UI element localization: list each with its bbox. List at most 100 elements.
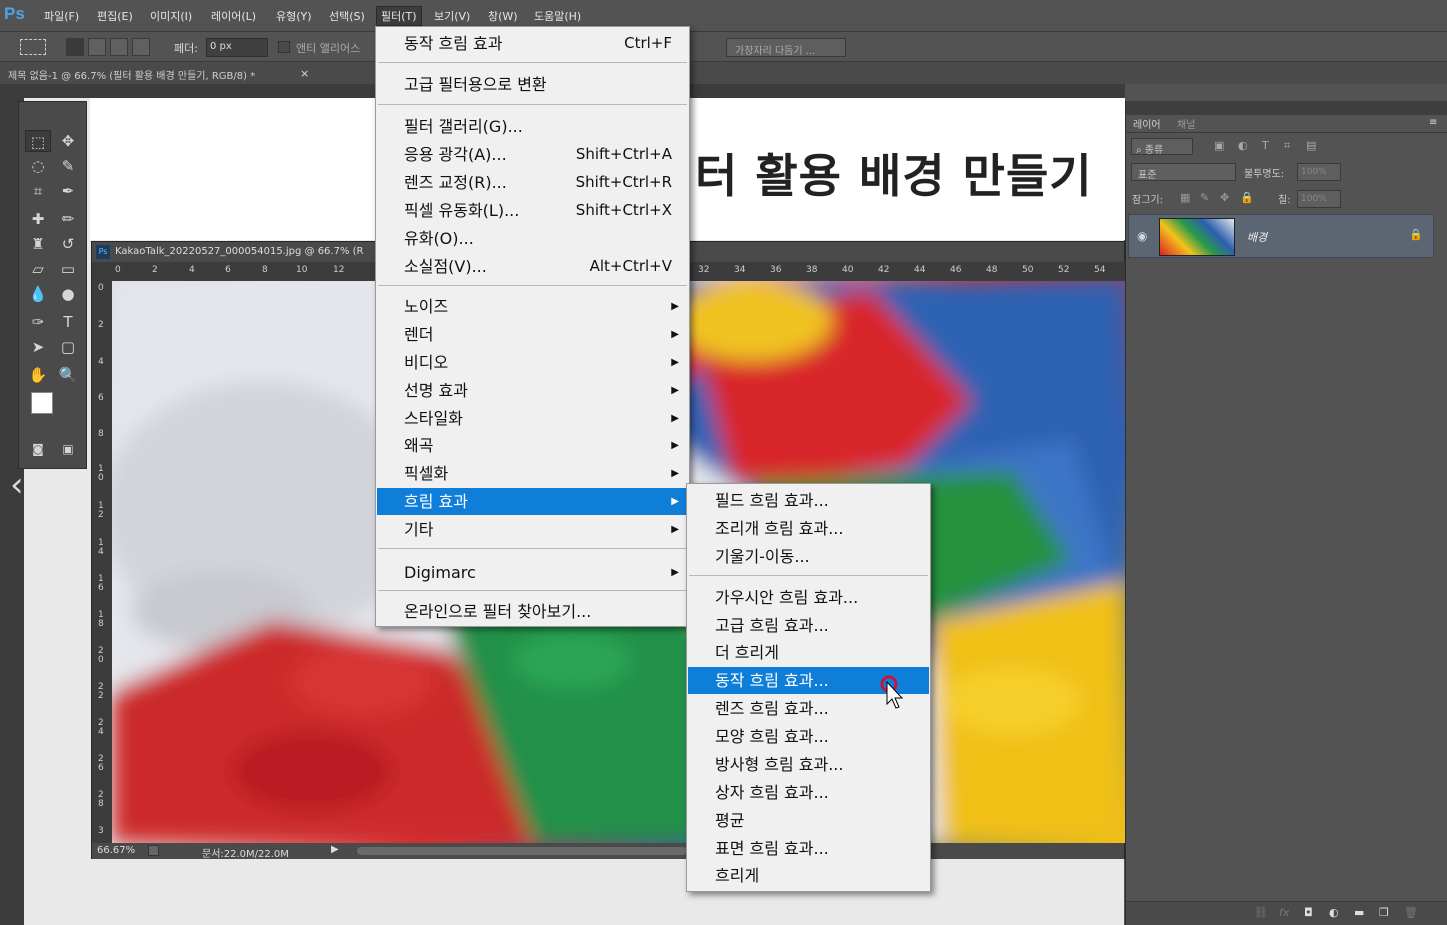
blur-field[interactable]: 필드 흐림 효과... xyxy=(688,487,929,514)
move-icon[interactable]: ✥ xyxy=(55,130,81,152)
blur-surface[interactable]: 표면 흐림 효과... xyxy=(688,835,929,862)
blur-more[interactable]: 더 흐리게 xyxy=(688,639,929,666)
filter-browse-online[interactable]: 온라인으로 필터 찾아보기... xyxy=(377,598,688,625)
blur-radial[interactable]: 방사형 흐림 효과... xyxy=(688,751,929,778)
lock-position-icon[interactable]: ✥ xyxy=(1220,191,1229,204)
subtract-selection-icon[interactable] xyxy=(110,38,128,56)
blur-gaussian[interactable]: 가우시안 흐림 효과... xyxy=(688,584,929,611)
layer-filter-select[interactable]: ⌕ 종류 xyxy=(1131,138,1193,156)
opacity-input[interactable]: 100% xyxy=(1297,163,1341,181)
quick-mask-icon[interactable]: ◙ xyxy=(25,438,51,460)
menu-view[interactable]: 보기(V) xyxy=(434,8,470,24)
new-selection-icon[interactable] xyxy=(66,38,84,56)
filter-pixelate[interactable]: 픽셀화 ▶ xyxy=(377,460,688,487)
add-mask-icon[interactable]: ◘ xyxy=(1304,906,1313,919)
menu-file[interactable]: 파일(F) xyxy=(44,8,79,24)
blur-tilt-shift[interactable]: 기울기-이동... xyxy=(688,543,929,570)
refine-edge-button[interactable]: 가장자리 다듬기 ... xyxy=(726,38,846,57)
document-tab[interactable]: 제목 없음-1 @ 66.7% (필터 활용 배경 만들기, RGB/8) * xyxy=(8,67,255,82)
blur-tool-icon[interactable]: 💧 xyxy=(25,283,51,305)
back-arrow-icon[interactable]: ‹ xyxy=(10,465,24,505)
quick-select-icon[interactable]: ✎ xyxy=(55,155,81,177)
rect-marquee-icon[interactable]: ⬚ xyxy=(25,130,51,152)
filter-noise[interactable]: 노이즈 ▶ xyxy=(377,293,688,320)
menu-layer[interactable]: 레이어(L) xyxy=(211,8,256,24)
filter-sharpen[interactable]: 선명 효과 ▶ xyxy=(377,377,688,404)
menu-filter[interactable]: 필터(T) xyxy=(376,6,422,26)
lock-pixels-icon[interactable]: ✎ xyxy=(1200,191,1209,204)
filter-oil-paint[interactable]: 유화(O)... xyxy=(377,225,688,252)
horizontal-scrollbar[interactable] xyxy=(357,847,687,855)
intersect-selection-icon[interactable] xyxy=(132,38,150,56)
healing-brush-icon[interactable]: ✚ xyxy=(25,208,51,230)
blur-box[interactable]: 상자 흐림 효과... xyxy=(688,779,929,806)
filter-render[interactable]: 렌더 ▶ xyxy=(377,321,688,348)
menu-window[interactable]: 창(W) xyxy=(488,8,518,24)
filter-lens-correction[interactable]: 렌즈 교정(R)... Shift+Ctrl+R xyxy=(377,169,688,196)
filter-other[interactable]: 기타 ▶ xyxy=(377,516,688,543)
filter-vanishing-point[interactable]: 소실점(V)... Alt+Ctrl+V xyxy=(377,253,688,280)
filter-adjustment-icon[interactable]: ◐ xyxy=(1238,139,1248,152)
close-tab-icon[interactable]: × xyxy=(300,67,309,80)
new-group-icon[interactable]: ▬ xyxy=(1354,906,1364,919)
fill-input[interactable]: 100% xyxy=(1297,190,1341,208)
blur-shape[interactable]: 모양 흐림 효과... xyxy=(688,723,929,750)
hand-icon[interactable]: ✋ xyxy=(25,364,51,386)
blur-smart[interactable]: 고급 흐림 효과... xyxy=(688,612,929,639)
marquee-tool-preset-icon[interactable] xyxy=(20,39,46,55)
history-brush-icon[interactable]: ↺ xyxy=(55,233,81,255)
gradient-icon[interactable]: ▭ xyxy=(55,258,81,280)
eraser-icon[interactable]: ▱ xyxy=(25,258,51,280)
lock-transparent-icon[interactable]: ▦ xyxy=(1180,191,1190,204)
filter-shape-icon[interactable]: ⌗ xyxy=(1284,139,1290,153)
filter-pixel-icon[interactable]: ▣ xyxy=(1214,139,1224,152)
dodge-icon[interactable]: ● xyxy=(55,283,81,305)
menu-help[interactable]: 도움말(H) xyxy=(534,8,581,24)
layer-row-background[interactable]: ◉ 배경 🔒 xyxy=(1128,214,1434,258)
pen-icon[interactable]: ✑ xyxy=(25,311,51,333)
tab-channels[interactable]: 채널 xyxy=(1177,116,1195,131)
blend-mode-select[interactable]: 표준 xyxy=(1131,163,1236,181)
menu-select[interactable]: 선택(S) xyxy=(329,8,365,24)
brush-icon[interactable]: ✏ xyxy=(55,208,81,230)
filter-blur[interactable]: 흐림 효과 ▶ xyxy=(377,488,688,515)
path-select-icon[interactable]: ➤ xyxy=(25,336,51,358)
filter-stylize[interactable]: 스타일화 ▶ xyxy=(377,405,688,432)
shape-icon[interactable]: ▢ xyxy=(55,336,81,358)
layer-name[interactable]: 배경 xyxy=(1247,229,1267,245)
filter-type-icon[interactable]: T xyxy=(1262,139,1269,152)
clone-stamp-icon[interactable]: ♜ xyxy=(25,233,51,255)
new-layer-icon[interactable]: ❐ xyxy=(1379,906,1389,919)
filter-gallery[interactable]: 필터 갤러리(G)... xyxy=(377,113,688,140)
antialias-checkbox[interactable] xyxy=(278,41,290,53)
tab-layers[interactable]: 레이어 xyxy=(1133,116,1161,131)
filter-smart-icon[interactable]: ▤ xyxy=(1306,139,1316,152)
menu-edit[interactable]: 편집(E) xyxy=(97,8,133,24)
crop-icon[interactable]: ⌗ xyxy=(25,180,51,202)
visibility-eye-icon[interactable]: ◉ xyxy=(1137,229,1147,243)
filter-convert-smart[interactable]: 고급 필터용으로 변환 xyxy=(377,71,688,98)
filter-digimarc[interactable]: Digimarc ▶ xyxy=(377,559,688,586)
lasso-icon[interactable]: ◌ xyxy=(25,155,51,177)
screen-mode-icon[interactable]: ▣ xyxy=(55,438,81,460)
adjustment-layer-icon[interactable]: ◐ xyxy=(1329,906,1339,919)
type-icon[interactable]: T xyxy=(55,311,81,333)
filter-video[interactable]: 비디오 ▶ xyxy=(377,349,688,376)
blur-iris[interactable]: 조리개 흐림 효과... xyxy=(688,515,929,542)
menu-type[interactable]: 유형(Y) xyxy=(276,8,312,24)
fx-icon[interactable]: fx xyxy=(1279,906,1289,919)
filter-adaptive-wide-angle[interactable]: 응용 광각(A)... Shift+Ctrl+A xyxy=(377,141,688,168)
eyedropper-icon[interactable]: ✒ xyxy=(55,180,81,202)
blur-average[interactable]: 평균 xyxy=(688,807,929,834)
filter-last-motion-blur[interactable]: 동작 흐림 효과 Ctrl+F xyxy=(377,30,688,57)
panel-menu-icon[interactable]: ≡ xyxy=(1429,117,1437,128)
delete-layer-icon[interactable]: 🗑 xyxy=(1404,906,1418,919)
add-selection-icon[interactable] xyxy=(88,38,106,56)
status-menu-arrow-icon[interactable]: ▶ xyxy=(331,844,339,855)
status-icon[interactable] xyxy=(148,845,159,856)
blur-blur[interactable]: 흐리게 xyxy=(688,862,929,889)
filter-liquify[interactable]: 픽셀 유동화(L)... Shift+Ctrl+X xyxy=(377,197,688,224)
filter-distort[interactable]: 왜곡 ▶ xyxy=(377,432,688,459)
foreground-color-swatch[interactable] xyxy=(31,392,53,414)
menu-image[interactable]: 이미지(I) xyxy=(150,8,192,24)
